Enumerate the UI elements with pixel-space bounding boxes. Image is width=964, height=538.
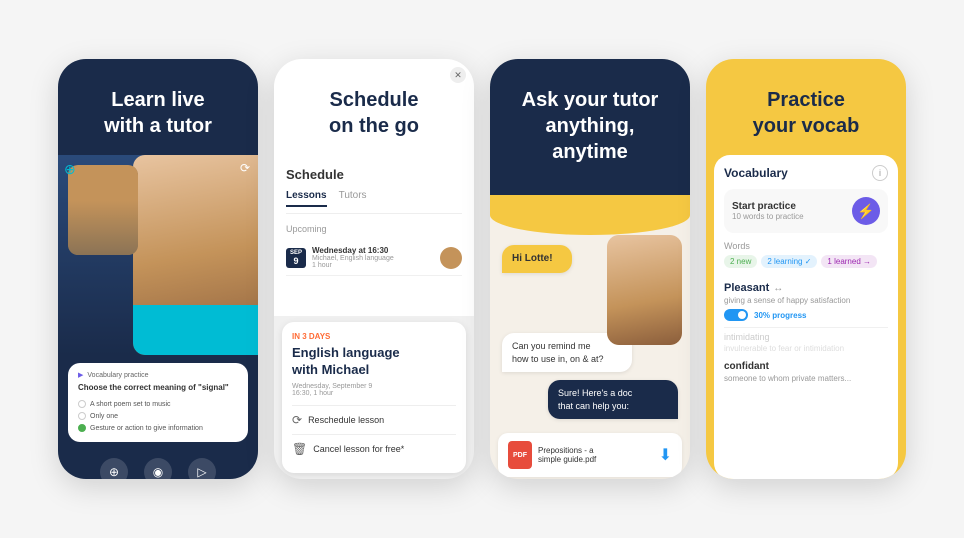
word-intimidating: intimidating invulnerable to fear or int… [724, 328, 888, 357]
lesson-sub: Michael, English language 1 hour [312, 255, 434, 269]
card-schedule: Schedule on the go Schedule Lessons Tuto… [274, 59, 474, 479]
pdf-attachment[interactable]: PDF Prepositions - a simple guide.pdf ⬇ [498, 433, 682, 477]
start-practice-row[interactable]: Start practice 10 words to practice ⚡ [724, 189, 888, 233]
card3-headline: Ask your tutor anything, anytime [510, 87, 670, 165]
card3-header: Ask your tutor anything, anytime [490, 59, 690, 215]
card-learn-live: Learn live with a tutor ⊕ ⟳ ▶ Vocabulary… [58, 59, 258, 479]
word-def-pleasant: giving a sense of happy satisfaction [724, 296, 888, 305]
practice-button[interactable]: ⚡ [852, 197, 880, 225]
word-name-pleasant: Pleasant ↔ [724, 282, 888, 294]
in3days-title: English language with Michael [292, 345, 456, 379]
app-container: Learn live with a tutor ⊕ ⟳ ▶ Vocabulary… [38, 39, 926, 499]
card4-headline: Practice your vocab [726, 87, 886, 139]
tab-tutors[interactable]: Tutors [339, 190, 367, 207]
vocab-title: Vocabulary [724, 166, 788, 180]
vocab-header: Vocabulary i [724, 165, 888, 181]
secondary-person-image [68, 165, 138, 255]
word-confidant: confidant someone to whom private matter… [724, 357, 888, 387]
icon2[interactable]: ◉ [144, 458, 172, 479]
word-tags: 2 new 2 learning ✓ 1 learned → [724, 255, 888, 268]
progress-toggle[interactable] [724, 309, 748, 321]
word-pleasant: Pleasant ↔ giving a sense of happy satis… [724, 276, 888, 328]
card-ask-tutor: Ask your tutor anything, anytime Hi Lott… [490, 59, 690, 479]
words-section: Words 2 new 2 learning ✓ 1 learned → [724, 241, 888, 268]
pdf-filename: Prepositions - a simple guide.pdf [538, 446, 596, 464]
teal-decoration [133, 305, 258, 355]
card-practice-vocab: Practice your vocab Vocabulary i Start p… [706, 59, 906, 479]
lesson-avatar [440, 247, 462, 269]
lesson-date-badge: SEP 9 [286, 248, 306, 268]
card2-content: Schedule on the go Schedule Lessons Tuto… [274, 59, 474, 479]
in3days-label: IN 3 DAYS [292, 332, 456, 341]
info-icon[interactable]: i [872, 165, 888, 181]
word-def-intimidating: invulnerable to fear or intimidation [724, 344, 888, 353]
lesson-day: Wednesday at 16:30 [312, 246, 434, 255]
card2-header: Schedule on the go [274, 59, 474, 155]
card4-header: Practice your vocab [706, 59, 906, 155]
close-icon[interactable]: ✕ [450, 67, 466, 83]
progress-text: 30% progress [754, 311, 806, 320]
download-icon[interactable]: ⬇ [659, 445, 672, 465]
start-practice-sub: 10 words to practice [732, 212, 804, 221]
lesson-item: SEP 9 Wednesday at 16:30 Michael, Englis… [286, 240, 462, 276]
start-practice-info: Start practice 10 words to practice [732, 201, 804, 221]
word-icon: ↔ [773, 283, 783, 294]
cancel-label: Cancel lesson for free* [313, 444, 404, 454]
cancel-icon: 🗑 [292, 442, 307, 456]
vocab-card: Vocabulary i Start practice 10 words to … [714, 155, 898, 479]
reschedule-icon: ⟳ [292, 413, 302, 427]
quiz-title: ▶ Vocabulary practice [78, 371, 238, 379]
word-name-intimidating: intimidating [724, 332, 888, 342]
chat-area: Hi Lotte! Can you remind me how to use i… [490, 215, 690, 433]
card3-content: Ask your tutor anything, anytime Hi Lott… [490, 59, 690, 479]
quiz-question: Choose the correct meaning of "signal" [78, 383, 238, 392]
card2-headline: Schedule on the go [294, 87, 454, 139]
reschedule-label: Reschedule lesson [308, 415, 384, 425]
lesson-info: Wednesday at 16:30 Michael, English lang… [312, 246, 434, 269]
card1-image-area: ⊕ ⟳ [58, 155, 258, 355]
schedule-tabs: Lessons Tutors [286, 190, 462, 214]
reschedule-button[interactable]: ⟳ Reschedule lesson [292, 405, 456, 434]
face-left [68, 165, 138, 255]
quiz-option-1: A short poem set to music [78, 398, 238, 410]
icon1[interactable]: ⊕ [100, 458, 128, 479]
main-person-image [133, 155, 258, 355]
tab-lessons[interactable]: Lessons [286, 190, 327, 207]
upcoming-label: Upcoming [286, 224, 462, 234]
zoom-icon: ⊕ [64, 161, 76, 178]
tag-learned: 1 learned → [821, 255, 877, 268]
card4-content: Practice your vocab Vocabulary i Start p… [706, 59, 906, 479]
answer-bubble: Sure! Here's a doc that can help you: [548, 380, 678, 419]
quiz-option-3: Gesture or action to give information [78, 422, 238, 434]
quiz-box: ▶ Vocabulary practice Choose the correct… [68, 363, 248, 442]
card1-header: Learn live with a tutor [58, 59, 258, 155]
schedule-panel: Schedule Lessons Tutors Upcoming SEP 9 W… [274, 155, 474, 316]
in3days-sub: Wednesday, September 9 16:30, 1 hour [292, 383, 456, 397]
schedule-title: Schedule [286, 167, 462, 182]
icon3[interactable]: ▷ [188, 458, 216, 479]
words-label: Words [724, 241, 888, 251]
word-name-confidant: confidant [724, 361, 888, 372]
bottom-icons: ⊕ ◉ ▷ [58, 450, 258, 479]
greeting-bubble: Hi Lotte! [502, 245, 572, 273]
start-practice-label: Start practice [732, 201, 804, 212]
card1-headline: Learn live with a tutor [78, 87, 238, 139]
tag-learning: 2 learning ✓ [761, 255, 817, 268]
quiz-option-2: Only one [78, 410, 238, 422]
in3days-banner: ✕ IN 3 DAYS English language with Michae… [282, 322, 466, 473]
cancel-button[interactable]: 🗑 Cancel lesson for free* [292, 434, 456, 463]
pdf-icon: PDF [508, 441, 532, 469]
progress-row: 30% progress [724, 309, 888, 321]
tutor-image [607, 235, 682, 345]
tag-new: 2 new [724, 255, 757, 268]
word-def-confidant: someone to whom private matters... [724, 374, 888, 383]
refresh-icon: ⟳ [240, 161, 250, 175]
